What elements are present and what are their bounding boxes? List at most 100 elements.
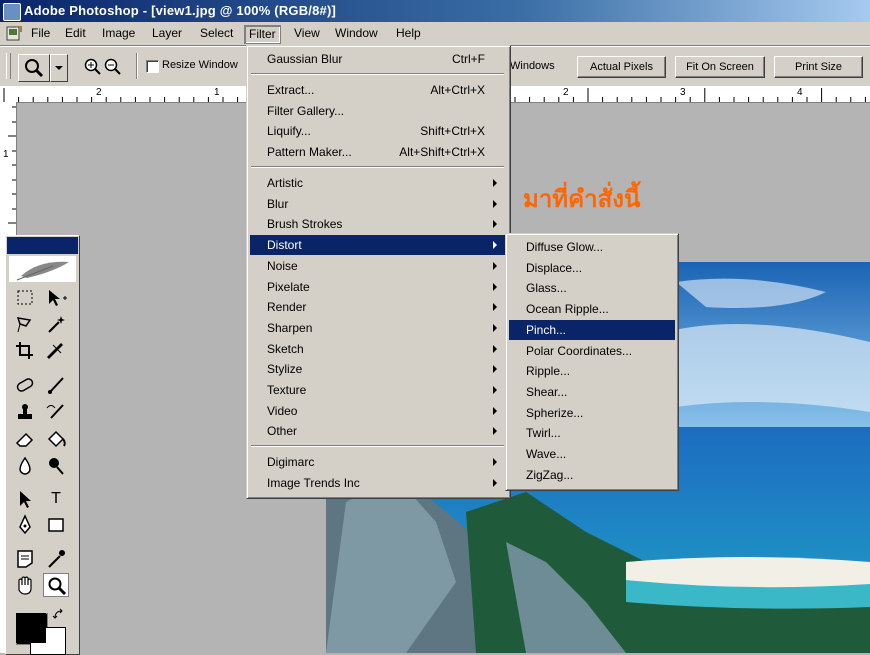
menu-layer[interactable]: Layer bbox=[148, 25, 186, 42]
slice-tool[interactable] bbox=[43, 339, 69, 363]
ruler-label: 2 bbox=[563, 87, 569, 98]
filter-menu-item-sharpen[interactable]: Sharpen bbox=[250, 318, 505, 338]
preset-dropdown[interactable] bbox=[50, 54, 68, 82]
marquee-tool[interactable] bbox=[12, 286, 38, 310]
menu-item-label: Digimarc bbox=[267, 455, 315, 470]
crop-tool[interactable] bbox=[12, 339, 38, 363]
distort-item-ocean-ripple[interactable]: Ocean Ripple... bbox=[509, 299, 675, 319]
filter-menu-item-distort[interactable]: Distort bbox=[250, 235, 505, 256]
distort-item-displace[interactable]: Displace... bbox=[509, 258, 675, 278]
filter-menu-item-filter-gallery[interactable]: Filter Gallery... bbox=[250, 101, 505, 121]
distort-item-spherize[interactable]: Spherize... bbox=[509, 403, 675, 423]
menu-item-shortcut: Alt+Ctrl+X bbox=[430, 82, 485, 97]
marquee-icon bbox=[17, 290, 33, 305]
zoom-tool-preset[interactable] bbox=[18, 54, 50, 82]
brush-tool[interactable] bbox=[43, 373, 69, 397]
distort-item-wave[interactable]: Wave... bbox=[509, 444, 675, 464]
rectangle-tool[interactable] bbox=[43, 513, 69, 537]
submenu-arrow-icon bbox=[493, 406, 497, 415]
healing-brush-tool[interactable] bbox=[12, 373, 38, 397]
bandage-icon bbox=[16, 378, 34, 392]
menu-separator bbox=[251, 445, 504, 448]
actual-pixels-button[interactable]: Actual Pixels bbox=[577, 56, 666, 78]
paint-bucket-tool[interactable] bbox=[43, 427, 69, 451]
magic-wand-icon bbox=[48, 316, 65, 333]
title-bar: Adobe Photoshop - [view1.jpg @ 100% (RGB… bbox=[0, 0, 870, 22]
distort-item-glass[interactable]: Glass... bbox=[509, 278, 675, 298]
swap-colors-icon[interactable] bbox=[52, 608, 66, 622]
feather-icon bbox=[16, 261, 69, 281]
filter-menu-item-pattern-maker[interactable]: Pattern Maker... Alt+Shift+Ctrl+X bbox=[250, 142, 505, 162]
menu-window[interactable]: Window bbox=[331, 25, 382, 42]
zoom-out-icon[interactable] bbox=[102, 57, 124, 77]
options-grip[interactable] bbox=[6, 53, 11, 79]
filter-menu-item-brush-strokes[interactable]: Brush Strokes bbox=[250, 214, 505, 234]
submenu-arrow-icon bbox=[493, 199, 497, 208]
menu-item-label: Stylize bbox=[267, 362, 303, 377]
filter-menu-item-sketch[interactable]: Sketch bbox=[250, 339, 505, 359]
slice-icon bbox=[47, 343, 63, 359]
filter-menu-item-render[interactable]: Render bbox=[250, 297, 505, 317]
burn-tool[interactable] bbox=[43, 454, 69, 478]
distort-item-polar-coordinates[interactable]: Polar Coordinates... bbox=[509, 341, 675, 361]
filter-menu-item-extract[interactable]: Extract... Alt+Ctrl+X bbox=[250, 80, 505, 100]
menu-help[interactable]: Help bbox=[392, 25, 425, 42]
filter-menu-item-pixelate[interactable]: Pixelate bbox=[250, 277, 505, 297]
filter-menu-item-stylize[interactable]: Stylize bbox=[250, 359, 505, 379]
filter-menu-item-other[interactable]: Other bbox=[250, 421, 505, 441]
filter-menu-item-blur[interactable]: Blur bbox=[250, 194, 505, 214]
menu-select[interactable]: Select bbox=[196, 25, 237, 42]
menu-item-label: Other bbox=[267, 424, 298, 439]
foreground-color-front[interactable] bbox=[16, 613, 46, 643]
clone-stamp-tool[interactable] bbox=[12, 400, 38, 424]
distort-item-zigzag[interactable]: ZigZag... bbox=[509, 465, 675, 485]
distort-item-shear[interactable]: Shear... bbox=[509, 382, 675, 402]
menu-view[interactable]: View bbox=[290, 25, 324, 42]
eraser-icon bbox=[15, 432, 34, 447]
resize-windows-checkbox[interactable] bbox=[146, 60, 159, 73]
menu-filter[interactable]: Filter bbox=[244, 25, 281, 44]
distort-item-pinch[interactable]: Pinch... bbox=[509, 319, 675, 340]
zoom-in-icon[interactable] bbox=[82, 57, 104, 77]
notes-tool[interactable] bbox=[12, 547, 38, 571]
distort-item-diffuse-glow[interactable]: Diffuse Glow... bbox=[509, 237, 675, 257]
note-icon bbox=[17, 550, 33, 568]
filter-menu-item-noise[interactable]: Noise bbox=[250, 256, 505, 276]
menu-edit[interactable]: Edit bbox=[61, 25, 90, 42]
print-size-button[interactable]: Print Size bbox=[774, 56, 863, 78]
lasso-tool[interactable] bbox=[12, 312, 38, 336]
eyedropper-tool[interactable] bbox=[43, 547, 69, 571]
ignore-palettes-label: Windows bbox=[510, 60, 555, 72]
move-tool[interactable] bbox=[43, 286, 69, 310]
menu-item-label: Pixelate bbox=[267, 279, 310, 294]
zoom-tool[interactable] bbox=[43, 573, 69, 597]
magic-wand-tool[interactable] bbox=[43, 312, 69, 336]
zoom-icon bbox=[25, 59, 44, 78]
menu-image[interactable]: Image bbox=[98, 25, 139, 42]
type-tool[interactable]: T bbox=[43, 487, 69, 511]
menu-file[interactable]: File bbox=[27, 25, 54, 42]
distort-item-ripple[interactable]: Ripple... bbox=[509, 361, 675, 381]
path-selection-tool[interactable] bbox=[12, 487, 38, 511]
history-brush-tool[interactable] bbox=[43, 400, 69, 424]
filter-menu-item-image-trends-inc[interactable]: Image Trends Inc bbox=[250, 473, 505, 493]
hand-tool[interactable] bbox=[12, 573, 38, 597]
ruler-label: 1 bbox=[214, 87, 220, 98]
filter-menu-item-gaussian-blur[interactable]: Gaussian Blur Ctrl+F bbox=[250, 49, 505, 69]
blur-tool[interactable] bbox=[12, 454, 38, 478]
tools-palette-titlebar[interactable] bbox=[7, 237, 78, 254]
stamp-icon bbox=[18, 404, 32, 419]
distort-item-twirl[interactable]: Twirl... bbox=[509, 423, 675, 443]
crop-icon bbox=[16, 342, 33, 359]
pen-tool[interactable] bbox=[12, 513, 38, 537]
filter-menu-item-artistic[interactable]: Artistic bbox=[250, 173, 505, 193]
fit-on-screen-button[interactable]: Fit On Screen bbox=[675, 56, 765, 78]
filter-menu-item-liquify[interactable]: Liquify... Shift+Ctrl+X bbox=[250, 121, 505, 141]
submenu-arrow-icon bbox=[493, 323, 497, 332]
document-icon[interactable] bbox=[6, 26, 22, 41]
zoom-icon bbox=[48, 577, 67, 596]
filter-menu-item-video[interactable]: Video bbox=[250, 401, 505, 421]
filter-menu-item-digimarc[interactable]: Digimarc bbox=[250, 452, 505, 472]
filter-menu-item-texture[interactable]: Texture bbox=[250, 380, 505, 400]
eraser-tool[interactable] bbox=[12, 427, 38, 451]
